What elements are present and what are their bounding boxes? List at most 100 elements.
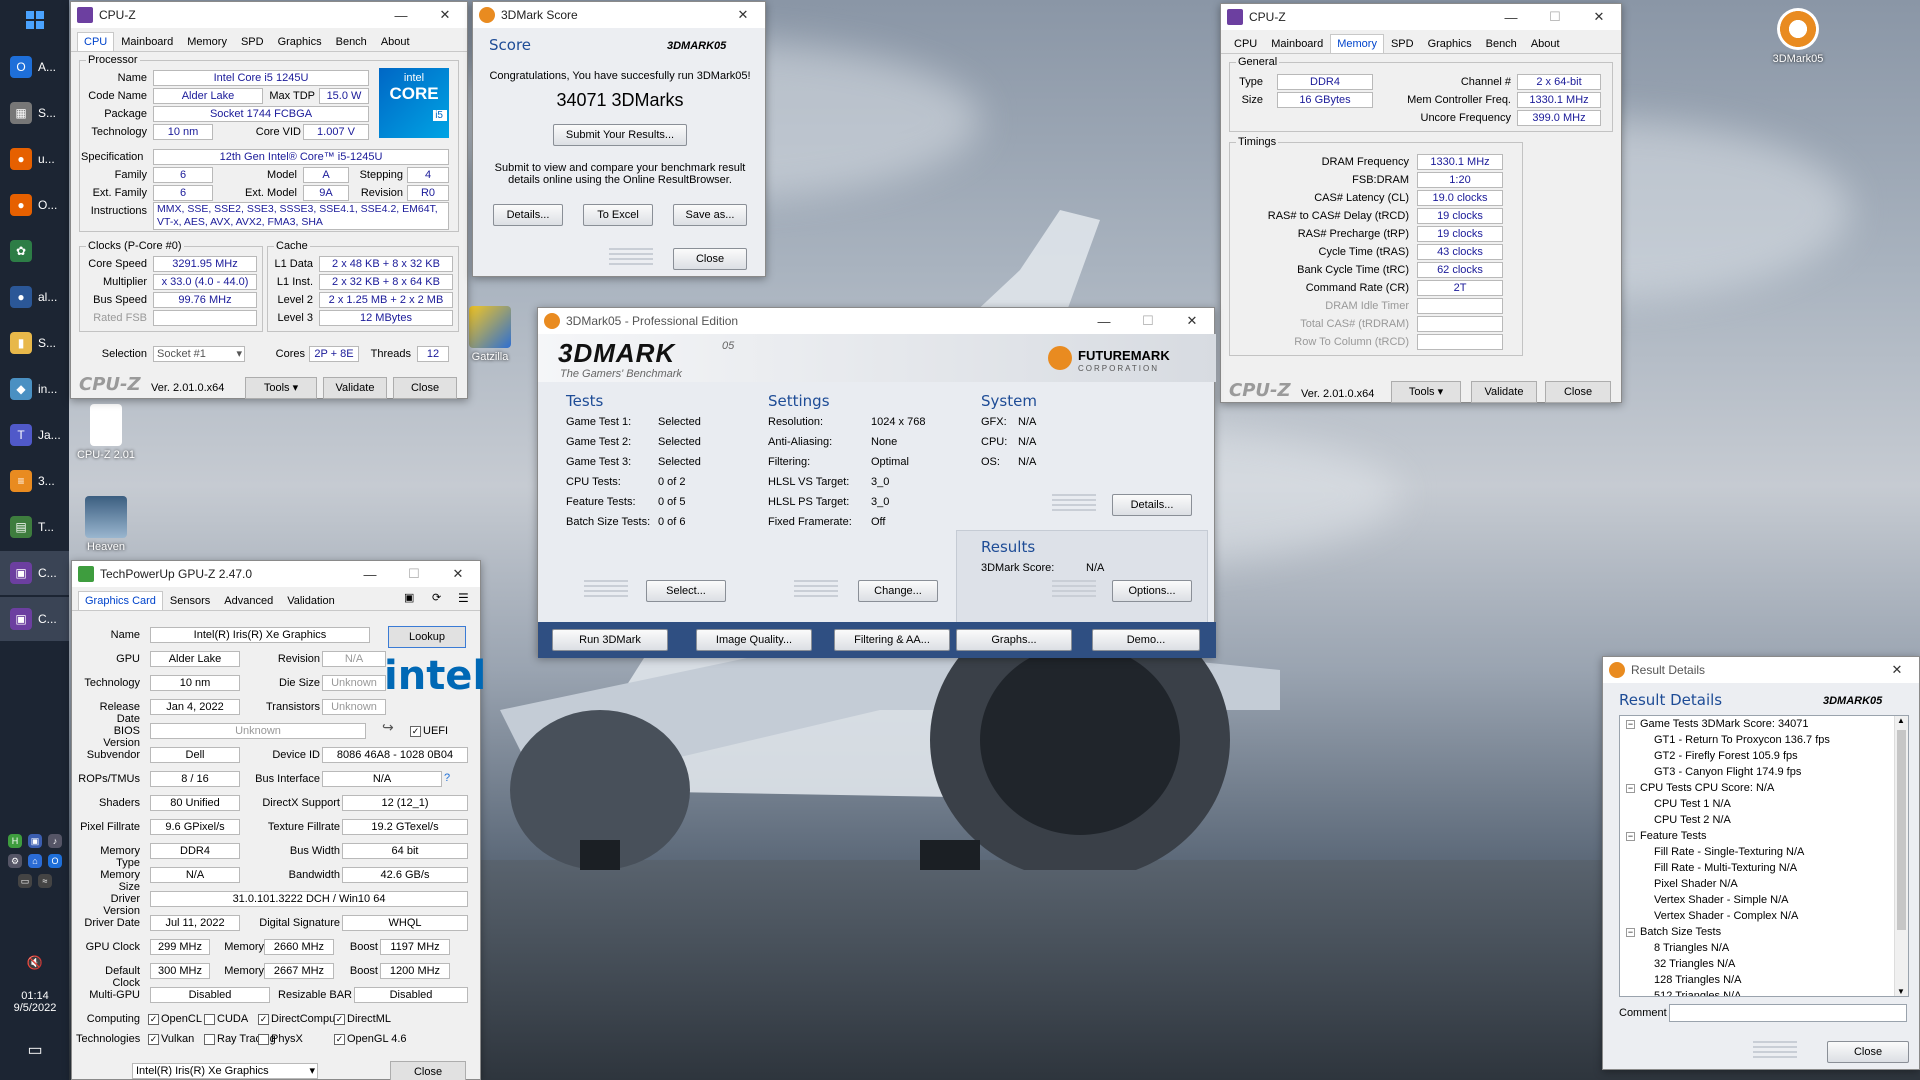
tab-mainboard[interactable]: Mainboard [114, 32, 180, 51]
tree-node[interactable]: 128 Triangles N/A [1654, 974, 1741, 986]
close-button[interactable]: ✕ [721, 2, 765, 28]
change-button[interactable]: Change... [858, 580, 938, 602]
comment-input[interactable] [1669, 1004, 1907, 1022]
taskbar-app-12[interactable]: ▣ C... [0, 597, 69, 641]
scroll-up-icon[interactable]: ▲ [1897, 716, 1905, 725]
tree-node[interactable]: CPU Test 2 N/A [1654, 814, 1731, 826]
checkbox-directcompute[interactable]: ✓ DirectCompute [258, 1013, 344, 1025]
close-button[interactable]: ✕ [1577, 4, 1621, 30]
tab-bench[interactable]: Bench [1479, 34, 1524, 53]
taskbar-app-7[interactable]: ◆ in... [0, 367, 69, 411]
tab-cpu[interactable]: CPU [77, 32, 115, 51]
tree-node[interactable]: CPU Test 1 N/A [1654, 798, 1731, 810]
desktop-icon-cpuz[interactable]: CPU-Z 2.01 [72, 404, 140, 461]
tree-node[interactable]: 32 Triangles N/A [1654, 958, 1735, 970]
bottom-button-3[interactable]: Graphs... [956, 629, 1072, 651]
taskbar-app-1[interactable]: ▦ S... [0, 91, 69, 135]
checkbox-directml[interactable]: ✓ DirectML [334, 1013, 391, 1025]
tree-node[interactable]: 512 Triangles N/A [1654, 990, 1741, 996]
tab-spd[interactable]: SPD [1384, 34, 1421, 53]
tab-sensors[interactable]: Sensors [163, 591, 217, 610]
taskbar-app-9[interactable]: ≡ 3... [0, 459, 69, 503]
close-button[interactable]: ✕ [1875, 657, 1919, 683]
details-button[interactable]: Details... [493, 204, 563, 226]
checkbox-cuda[interactable]: CUDA [204, 1013, 248, 1025]
validate-button[interactable]: Validate [323, 377, 387, 399]
close-button[interactable]: Close [1827, 1041, 1909, 1063]
checkbox-physx[interactable]: PhysX [258, 1033, 303, 1045]
checkbox-vulkan[interactable]: ✓ Vulkan [148, 1033, 194, 1045]
tree-node[interactable]: CPU Tests CPU Score: N/A [1640, 782, 1774, 794]
save-as-button[interactable]: Save as... [673, 204, 747, 226]
desktop-icon-3dmark05[interactable]: 3DMark05 [1764, 8, 1832, 65]
tree-node[interactable]: Fill Rate - Multi-Texturing N/A [1654, 862, 1797, 874]
taskbar-app-5[interactable]: ● al... [0, 275, 69, 319]
bottom-button-4[interactable]: Demo... [1092, 629, 1200, 651]
tray-app-icon[interactable]: ⚙ [8, 854, 22, 868]
tree-node[interactable]: Pixel Shader N/A [1654, 878, 1738, 890]
start-button[interactable] [0, 0, 69, 40]
tab-advanced[interactable]: Advanced [217, 591, 280, 610]
desktop-icon-heaven[interactable]: Heaven [72, 496, 140, 553]
tab-about[interactable]: About [374, 32, 417, 51]
minimize-button[interactable]: — [348, 561, 392, 587]
details-button[interactable]: Details... [1112, 494, 1192, 516]
collapse-icon[interactable]: − [1626, 784, 1635, 793]
tab-validation[interactable]: Validation [280, 591, 342, 610]
menu-icon[interactable]: ☰ [458, 591, 469, 605]
tab-memory[interactable]: Memory [1330, 34, 1384, 53]
close-button[interactable]: Close [673, 248, 747, 270]
options-button[interactable]: Options... [1112, 580, 1192, 602]
close-button[interactable]: ✕ [1170, 308, 1214, 334]
close-button[interactable]: Close [1545, 381, 1611, 403]
taskbar-app-2[interactable]: ● u... [0, 137, 69, 181]
bottom-button-0[interactable]: Run 3DMark [552, 629, 668, 651]
tree-node[interactable]: Vertex Shader - Simple N/A [1654, 894, 1789, 906]
tree-node[interactable]: Fill Rate - Single-Texturing N/A [1654, 846, 1804, 858]
close-button[interactable]: Close [393, 377, 457, 399]
taskbar-app-6[interactable]: ▮ S... [0, 321, 69, 365]
checkbox-opengl-4-6[interactable]: ✓ OpenGL 4.6 [334, 1033, 407, 1045]
close-button[interactable]: ✕ [436, 561, 480, 587]
taskbar-app-3[interactable]: ● O... [0, 183, 69, 227]
tree-node[interactable]: Vertex Shader - Complex N/A [1654, 910, 1798, 922]
maximize-button[interactable]: ☐ [392, 561, 436, 587]
tray-app-icon[interactable]: O [48, 854, 62, 868]
collapse-icon[interactable]: − [1626, 832, 1635, 841]
taskbar-app-10[interactable]: ▤ T... [0, 505, 69, 549]
maximize-button[interactable]: ☐ [1126, 308, 1170, 334]
close-button[interactable]: Close [390, 1061, 466, 1080]
tab-graphics-card[interactable]: Graphics Card [78, 591, 163, 610]
minimize-button[interactable]: — [379, 2, 423, 28]
tree-node[interactable]: Game Tests 3DMark Score: 34071 [1640, 718, 1809, 730]
tools-button[interactable]: Tools ▾ [245, 377, 317, 399]
battery-icon[interactable]: ▭ [18, 874, 32, 888]
taskbar-app-8[interactable]: T Ja... [0, 413, 69, 457]
uefi-checkbox[interactable]: ✓ UEFI [410, 725, 448, 737]
to-excel-button[interactable]: To Excel [583, 204, 653, 226]
scrollbar[interactable]: ▲ ▼ [1894, 716, 1908, 996]
clock[interactable]: 01:14 9/5/2022 [8, 990, 62, 1014]
tab-graphics[interactable]: Graphics [271, 32, 329, 51]
validate-button[interactable]: Validate [1471, 381, 1537, 403]
close-button[interactable]: ✕ [423, 2, 467, 28]
result-tree[interactable]: − Game Tests 3DMark Score: 34071 GT1 - Ret… [1619, 715, 1909, 997]
tray-app-icon[interactable]: ▣ [28, 834, 42, 848]
tree-node[interactable]: GT2 - Firefly Forest 105.9 fps [1654, 750, 1798, 762]
tab-cpu[interactable]: CPU [1227, 34, 1264, 53]
selection-dropdown[interactable]: Socket #1 ▾ [153, 346, 245, 362]
minimize-button[interactable]: — [1489, 4, 1533, 30]
minimize-button[interactable]: — [1082, 308, 1126, 334]
checkbox-opencl[interactable]: ✓ OpenCL [148, 1013, 202, 1025]
select-button[interactable]: Select... [646, 580, 726, 602]
maximize-button[interactable]: ☐ [1533, 4, 1577, 30]
system-tray[interactable]: H ▣ ♪ ⚙ ⌂ O ▭ ≈ [8, 834, 62, 888]
tab-memory[interactable]: Memory [180, 32, 234, 51]
tree-node[interactable]: Feature Tests [1640, 830, 1706, 842]
taskbar-app-11[interactable]: ▣ C... [0, 551, 69, 595]
tab-mainboard[interactable]: Mainboard [1264, 34, 1330, 53]
tree-node[interactable]: Batch Size Tests [1640, 926, 1721, 938]
notification-icon[interactable]: ▭ [8, 1040, 62, 1060]
tab-about[interactable]: About [1524, 34, 1567, 53]
tools-button[interactable]: Tools ▾ [1391, 381, 1461, 403]
